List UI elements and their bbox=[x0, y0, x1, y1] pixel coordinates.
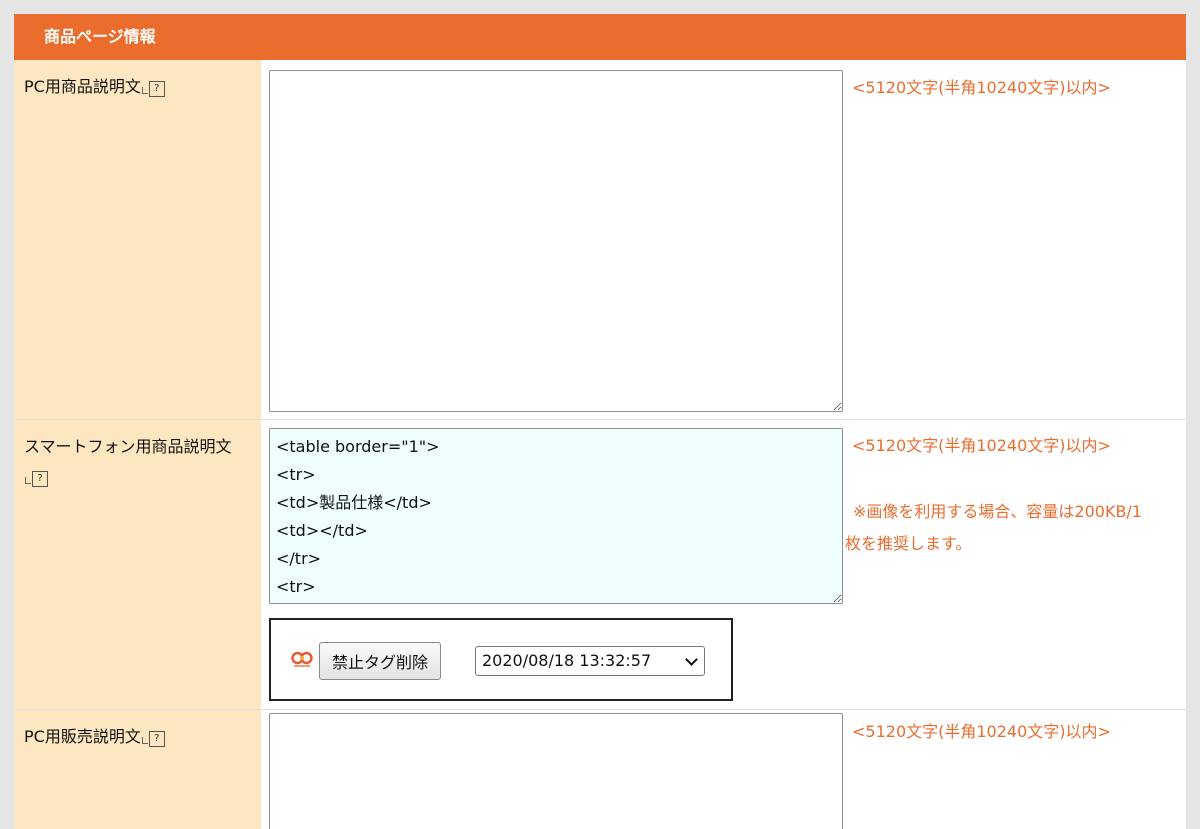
chevron-down-icon bbox=[685, 653, 698, 666]
pc-description-char-limit: <5120文字(半角10240文字)以内> bbox=[852, 78, 1111, 97]
sp-description-content: <table border="1"> <tr> <td>製品仕様</td> <t… bbox=[261, 420, 1186, 709]
pc-sales-description-char-limit: <5120文字(半角10240文字)以内> bbox=[852, 722, 1111, 741]
pc-description-textarea[interactable] bbox=[269, 70, 843, 412]
history-date-select[interactable]: 2020/08/18 13:32:57 bbox=[475, 646, 705, 676]
pc-sales-description-textarea[interactable] bbox=[269, 713, 843, 829]
help-icon[interactable]: ? bbox=[141, 731, 165, 747]
help-icon[interactable]: ? bbox=[25, 471, 48, 487]
tool-logo-icon bbox=[291, 651, 313, 667]
pc-sales-description-row: PC用販売説明文? <5120文字(半角10240文字)以内> bbox=[14, 710, 1186, 829]
pc-sales-description-label: PC用販売説明文 bbox=[24, 727, 141, 746]
remove-forbidden-tags-button[interactable]: 禁止タグ削除 bbox=[319, 642, 442, 680]
sp-description-label-cell: スマートフォン用商品説明文? bbox=[14, 420, 261, 709]
sp-description-label: スマートフォン用商品説明文 bbox=[24, 437, 232, 456]
help-icon[interactable]: ? bbox=[141, 81, 165, 97]
pc-description-label-cell: PC用商品説明文? bbox=[14, 60, 261, 419]
history-date-value: 2020/08/18 13:32:57 bbox=[482, 651, 652, 670]
section-header: 商品ページ情報 bbox=[14, 14, 1186, 60]
sp-description-textarea[interactable]: <table border="1"> <tr> <td>製品仕様</td> <t… bbox=[269, 428, 843, 604]
sp-description-row: スマートフォン用商品説明文? <table border="1"> <tr> <… bbox=[14, 420, 1186, 710]
pc-description-content: <5120文字(半角10240文字)以内> bbox=[261, 60, 1186, 419]
pc-description-label: PC用商品説明文 bbox=[24, 77, 141, 96]
sp-description-char-limit: <5120文字(半角10240文字)以内> bbox=[852, 436, 1111, 455]
image-size-note: ※画像を利用する場合、容量は200KB/1枚を推奨します。 bbox=[845, 502, 1142, 553]
pc-description-row: PC用商品説明文? <5120文字(半角10240文字)以内> bbox=[14, 60, 1186, 420]
product-page-info-panel: 商品ページ情報 PC用商品説明文? <5120文字(半角10240文字)以内> … bbox=[14, 14, 1186, 829]
tag-tool-box: 禁止タグ削除 2020/08/18 13:32:57 bbox=[269, 618, 733, 701]
pc-sales-description-label-cell: PC用販売説明文? bbox=[14, 710, 261, 829]
page-frame: 商品ページ情報 PC用商品説明文? <5120文字(半角10240文字)以内> … bbox=[0, 0, 1200, 829]
pc-sales-description-content: <5120文字(半角10240文字)以内> bbox=[261, 710, 1186, 829]
